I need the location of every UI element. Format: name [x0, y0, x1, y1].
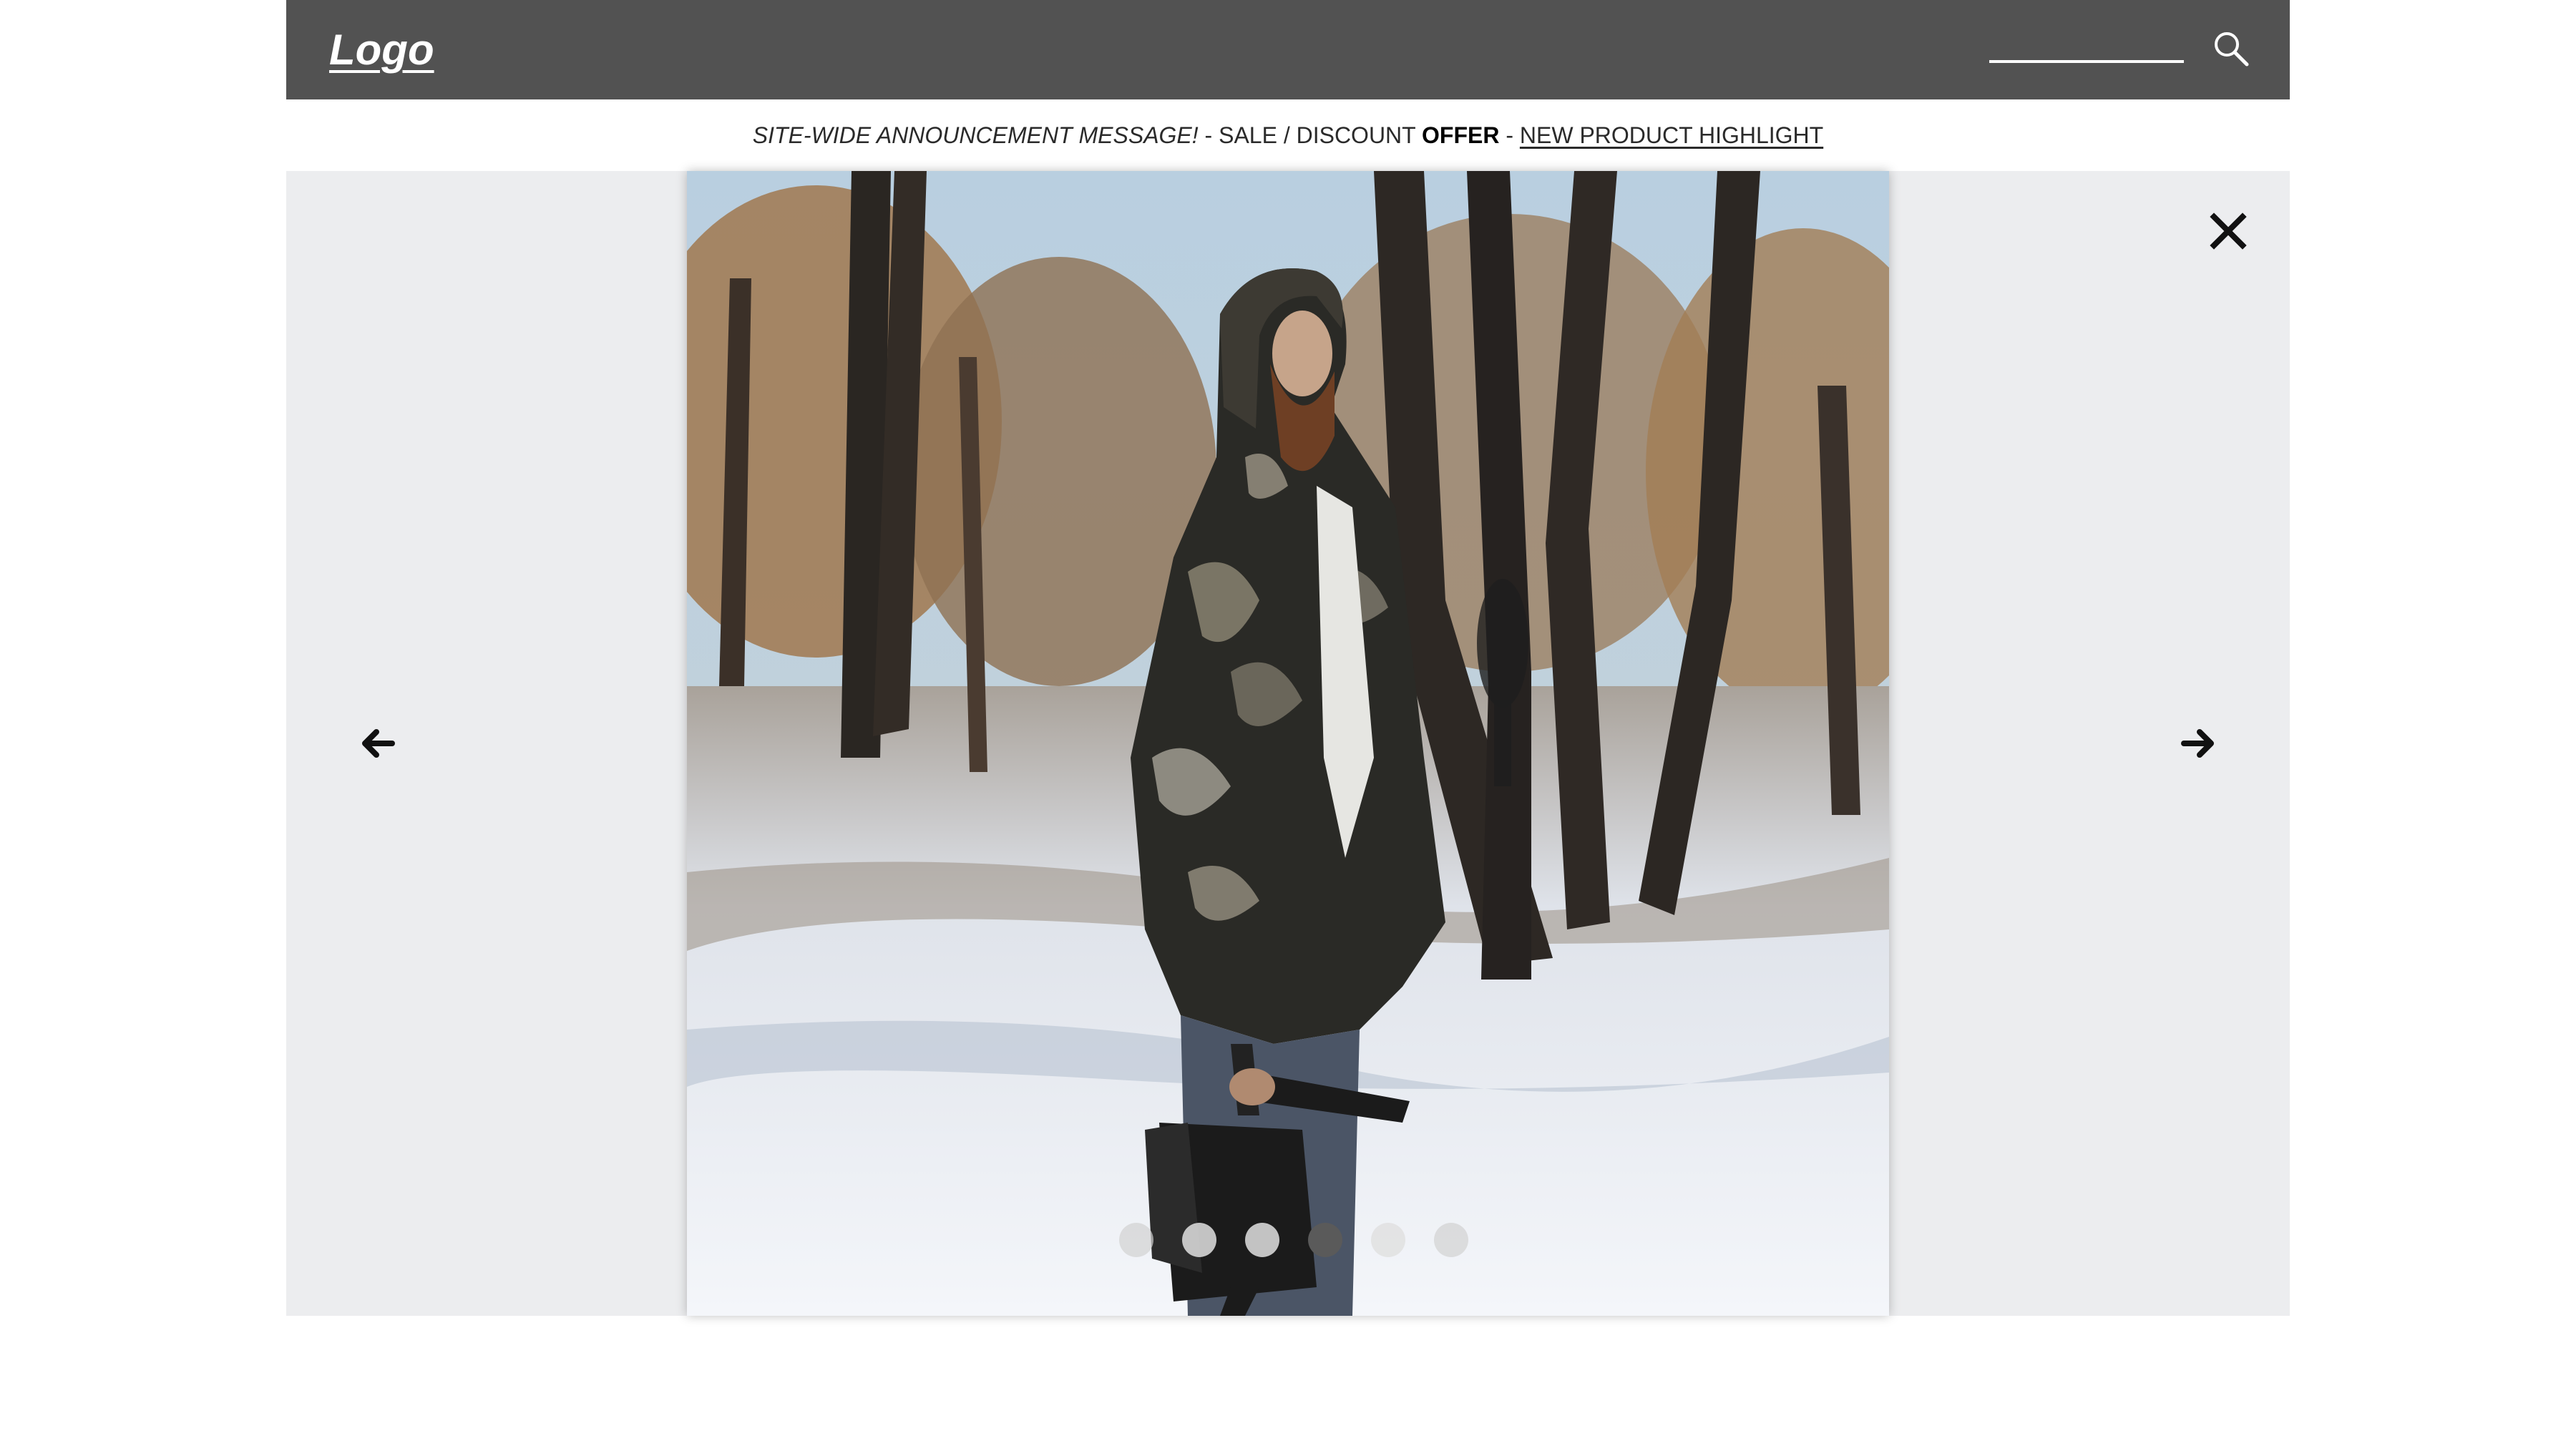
slide-dot[interactable]	[1371, 1223, 1405, 1257]
announcement-sale-text: - SALE / DISCOUNT	[1198, 122, 1423, 148]
site-container: Logo SITE-WIDE ANNOUNCEMENT MESSAGE! - S…	[286, 0, 2290, 1316]
slide-indicators	[1119, 1223, 1468, 1257]
product-photo	[687, 171, 1889, 1316]
slide-dot[interactable]	[1434, 1223, 1468, 1257]
search-icon[interactable]	[2211, 29, 2251, 69]
slide-dot-active[interactable]	[1308, 1223, 1342, 1257]
logo-link[interactable]: Logo	[329, 21, 434, 79]
arrow-left-icon[interactable]	[355, 721, 401, 766]
announcement-offer: OFFER	[1422, 122, 1500, 148]
arrow-right-icon[interactable]	[2175, 721, 2221, 766]
page: Logo SITE-WIDE ANNOUNCEMENT MESSAGE! - S…	[0, 0, 2576, 1431]
new-product-link[interactable]: NEW PRODUCT HIGHLIGHT	[1520, 122, 1823, 148]
announcement-message: SITE-WIDE ANNOUNCEMENT MESSAGE!	[752, 122, 1199, 148]
slide-dot[interactable]	[1182, 1223, 1216, 1257]
slide-dot[interactable]	[1119, 1223, 1153, 1257]
announcement-bar: SITE-WIDE ANNOUNCEMENT MESSAGE! - SALE /…	[286, 99, 2290, 171]
slide-dot[interactable]	[1245, 1223, 1279, 1257]
search-input[interactable]	[1989, 29, 2184, 63]
image-gallery	[286, 171, 2290, 1316]
close-icon[interactable]	[2207, 210, 2250, 253]
announcement-separator: -	[1499, 122, 1520, 148]
site-header: Logo	[286, 0, 2290, 99]
